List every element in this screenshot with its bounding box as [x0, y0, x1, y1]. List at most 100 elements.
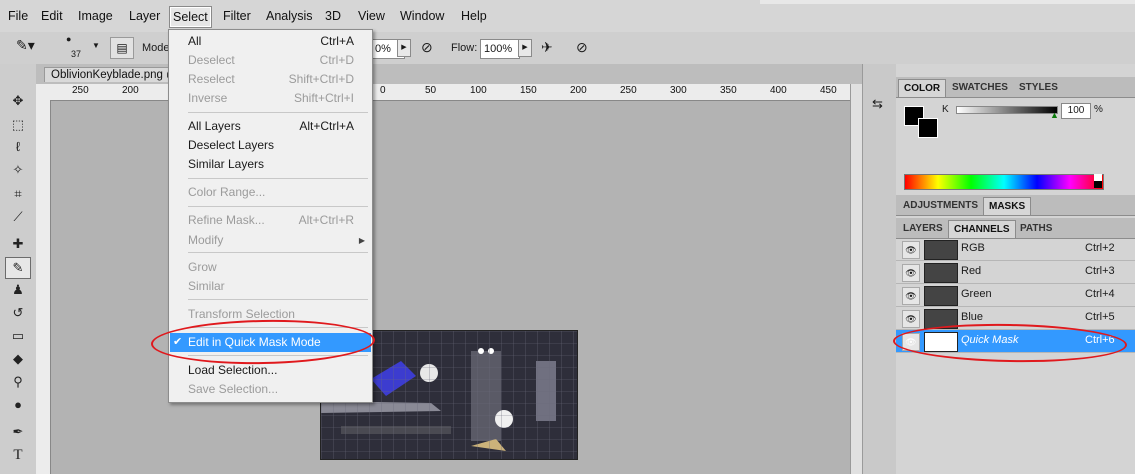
brush-tool-icon[interactable]: ✎ [5, 257, 31, 279]
menu-window[interactable]: Window [396, 6, 448, 26]
tab-layers[interactable]: LAYERS [898, 220, 948, 237]
tab-masks[interactable]: MASKS [983, 197, 1032, 215]
visibility-eye-icon[interactable]: 👁 [902, 333, 920, 351]
menu-item-refine-mask[interactable]: Refine Mask... Alt+Ctrl+R [170, 211, 371, 230]
tab-color[interactable]: COLOR [898, 79, 947, 97]
background-color-swatch[interactable] [918, 118, 938, 138]
menu-item-edit-quick-mask[interactable]: ✔ Edit in Quick Mask Mode [170, 333, 371, 352]
type-tool-icon[interactable]: T [6, 445, 30, 465]
channel-shortcut: Ctrl+4 [1085, 288, 1115, 300]
channel-thumbnail [924, 240, 958, 260]
ruler-tick: 100 [470, 85, 487, 96]
clone-stamp-tool-icon[interactable]: ♟ [6, 280, 30, 300]
move-tool-icon[interactable]: ✥ [6, 91, 30, 111]
menu-filter[interactable]: Filter [219, 6, 255, 26]
channel-row-quick-mask[interactable]: 👁 Quick Mask Ctrl+6 [896, 330, 1135, 353]
menu-item-transform-selection[interactable]: Transform Selection [170, 305, 371, 324]
menu-item-deselect[interactable]: Deselect Ctrl+D [170, 51, 371, 70]
menu-item-all-layers[interactable]: All Layers Alt+Ctrl+A [170, 117, 371, 136]
ruler-tick: 300 [670, 85, 687, 96]
channel-thumbnail [924, 332, 958, 352]
menu-item-modify[interactable]: Modify ▶ [170, 231, 371, 250]
channel-row-blue[interactable]: 👁 Blue Ctrl+5 [896, 307, 1135, 330]
visibility-eye-icon[interactable]: 👁 [902, 310, 920, 328]
adjustments-panel-tabs: ADJUSTMENTS MASKS [896, 195, 1135, 216]
menu-item-deselect-layers[interactable]: Deselect Layers [170, 136, 371, 155]
menu-edit[interactable]: Edit [37, 6, 67, 26]
brush-picker-arrow-icon[interactable]: ▼ [92, 41, 100, 50]
color-spectrum-bar[interactable] [904, 174, 1104, 190]
menu-item-color-range[interactable]: Color Range... [170, 183, 371, 202]
ruler-tick: 450 [820, 85, 837, 96]
title-strip [760, 0, 1135, 4]
tab-channels[interactable]: CHANNELS [948, 220, 1016, 238]
channel-name: Red [961, 265, 982, 277]
flow-field[interactable]: 100% [480, 39, 520, 59]
document-tab[interactable]: OblivionKeyblade.png @ [44, 67, 185, 82]
ruler-tick: 50 [425, 85, 437, 96]
menu-view[interactable]: View [354, 6, 389, 26]
channel-shortcut: Ctrl+5 [1085, 311, 1115, 323]
menu-3d[interactable]: 3D [321, 6, 345, 26]
brush-tool-preset-icon[interactable]: ✎▾ [16, 37, 35, 54]
flow-arrow-icon[interactable]: ▶ [518, 39, 532, 57]
channel-thumbnail [924, 309, 958, 329]
menu-select[interactable]: Select [169, 6, 212, 28]
brush-panel-toggle-icon[interactable]: ▤ [110, 37, 134, 59]
tab-adjustments[interactable]: ADJUSTMENTS [898, 197, 983, 214]
healing-brush-tool-icon[interactable]: ✚ [6, 234, 30, 254]
paint-bucket-tool-icon[interactable]: ◆ [6, 349, 30, 369]
spectrum-black-swatch[interactable] [1094, 181, 1102, 188]
submenu-arrow-icon: ▶ [358, 236, 365, 245]
channel-shortcut: Ctrl+6 [1085, 334, 1115, 346]
eraser-tool-icon[interactable]: ▭ [6, 326, 30, 346]
menu-item-similar[interactable]: Similar [170, 277, 371, 296]
pressure-opacity-icon[interactable]: ⊘ [421, 39, 433, 56]
menu-help[interactable]: Help [457, 6, 491, 26]
blur-tool-icon[interactable]: ● [6, 395, 30, 415]
menu-item-similar-layers[interactable]: Similar Layers [170, 155, 371, 174]
menu-item-reselect[interactable]: Reselect Shift+Ctrl+D [170, 70, 371, 89]
menu-file[interactable]: File [4, 6, 32, 26]
dodge-tool-icon[interactable]: ⚲ [6, 372, 30, 392]
airbrush-icon[interactable]: ✈ [541, 39, 553, 56]
marquee-tool-icon[interactable]: ⬚ [6, 115, 30, 135]
tab-swatches[interactable]: SWATCHES [947, 79, 1013, 96]
menu-item-save-selection[interactable]: Save Selection... [170, 380, 371, 399]
visibility-eye-icon[interactable]: 👁 [902, 264, 920, 282]
brush-tip-icon[interactable]: ● [66, 34, 71, 44]
spectrum-white-swatch[interactable] [1094, 174, 1102, 181]
ruler-tick: 400 [770, 85, 787, 96]
channel-row-red[interactable]: 👁 Red Ctrl+3 [896, 261, 1135, 284]
history-panel-icon[interactable]: ⇆ [872, 96, 883, 112]
menu-image[interactable]: Image [74, 6, 117, 26]
menu-item-load-selection[interactable]: Load Selection... [170, 361, 371, 380]
menu-item-grow[interactable]: Grow [170, 258, 371, 277]
channel-row-rgb[interactable]: 👁 RGB Ctrl+2 [896, 238, 1135, 261]
menu-separator [188, 327, 368, 328]
tools-panel: ✥ ⬚ ℓ ✧ ⌗ ⟋ ✚ ✎ ♟ ↺ ▭ ◆ ⚲ ● ✒ T [0, 64, 37, 474]
menu-layer[interactable]: Layer [125, 6, 164, 26]
k-value-field[interactable]: 100 [1061, 103, 1091, 119]
crop-tool-icon[interactable]: ⌗ [6, 184, 30, 204]
k-slider-track[interactable] [956, 106, 1058, 114]
opacity-arrow-icon[interactable]: ▶ [397, 39, 411, 57]
menu-item-inverse[interactable]: Inverse Shift+Ctrl+I [170, 89, 371, 108]
channel-name: RGB [961, 242, 985, 254]
lasso-tool-icon[interactable]: ℓ [6, 137, 30, 157]
channel-thumbnail [924, 286, 958, 306]
visibility-eye-icon[interactable]: 👁 [902, 287, 920, 305]
visibility-eye-icon[interactable]: 👁 [902, 241, 920, 259]
tab-styles[interactable]: STYLES [1014, 79, 1063, 96]
menu-analysis[interactable]: Analysis [262, 6, 317, 26]
pressure-size-icon[interactable]: ⊘ [576, 39, 588, 56]
eyedropper-tool-icon[interactable]: ⟋ [6, 207, 30, 227]
quick-selection-tool-icon[interactable]: ✧ [6, 160, 30, 180]
menu-item-all[interactable]: All Ctrl+A [170, 32, 371, 51]
pen-tool-icon[interactable]: ✒ [6, 422, 30, 442]
history-brush-tool-icon[interactable]: ↺ [6, 303, 30, 323]
channel-row-green[interactable]: 👁 Green Ctrl+4 [896, 284, 1135, 307]
menu-separator [188, 252, 368, 253]
k-slider-thumb-icon[interactable]: ▲ [1050, 110, 1059, 120]
tab-paths[interactable]: PATHS [1015, 220, 1057, 237]
